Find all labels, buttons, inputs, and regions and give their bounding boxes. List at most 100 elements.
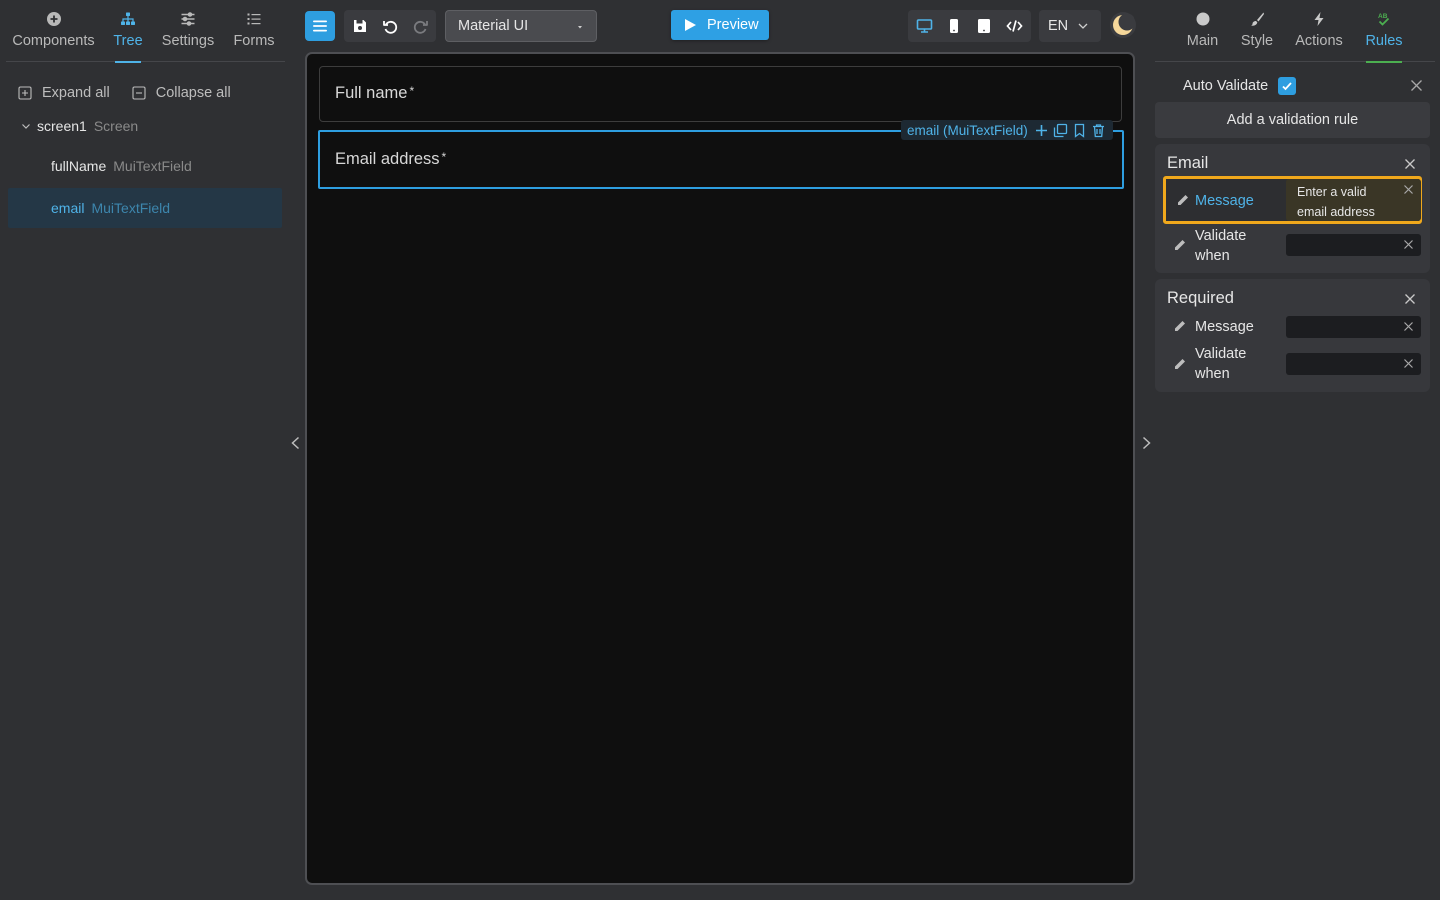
desktop-icon (916, 19, 932, 33)
tab-main[interactable]: Main (1182, 0, 1223, 62)
collapse-all-label: Collapse all (155, 85, 231, 101)
check-icon (1282, 82, 1292, 91)
caret-down-icon (578, 26, 582, 29)
desktop-view-button[interactable] (909, 10, 939, 42)
viewport-button-group (908, 10, 1031, 42)
chevron-down-icon (1078, 23, 1088, 29)
add-icon[interactable] (1034, 123, 1049, 138)
required-mark: * (409, 84, 415, 98)
expand-all-button[interactable]: Expand all (18, 85, 110, 101)
message-value: Enter a valid email address (1297, 185, 1375, 219)
tree-node-type: Screen (93, 118, 139, 134)
duplicate-icon[interactable] (1053, 123, 1068, 138)
design-canvas[interactable]: Full name * Email address * email (MuiText… (305, 52, 1135, 885)
tab-rules[interactable]: AB Rules (1364, 0, 1404, 62)
field-label: Email address * (335, 150, 446, 169)
bookmark-icon[interactable] (1072, 123, 1087, 138)
prop-row-validate-when[interactable]: Validate when (1163, 224, 1422, 270)
auto-validate-row: Auto Validate (1183, 75, 1297, 97)
message-input[interactable]: Enter a valid email address (1286, 179, 1421, 221)
tree-node-name: email (51, 200, 85, 216)
clear-icon[interactable] (1403, 184, 1414, 195)
add-validation-rule-button[interactable]: Add a validation rule (1155, 102, 1430, 138)
tree-node-name: screen1 (37, 118, 87, 134)
tree-actions: Expand all Collapse all (18, 80, 253, 106)
tree-node-type: MuiTextField (113, 158, 192, 174)
list-icon (247, 13, 261, 25)
rule-title: Email (1167, 154, 1209, 172)
circle-icon (1196, 12, 1209, 26)
tree-node-email[interactable]: email MuiTextField (8, 188, 282, 228)
remove-rule-icon[interactable] (1404, 293, 1416, 305)
left-tab-bar: Components Tree Settings Forms (6, 0, 285, 62)
minus-square-icon (132, 86, 146, 100)
pen-icon (1175, 240, 1185, 250)
tab-forms[interactable]: Forms (231, 0, 277, 62)
tab-settings[interactable]: Settings (160, 0, 216, 62)
validate-when-input[interactable] (1286, 353, 1421, 375)
moon-icon (1113, 14, 1134, 35)
menu-button[interactable] (305, 11, 335, 41)
close-icon[interactable] (1410, 79, 1423, 92)
tab-main-label: Main (1186, 33, 1219, 49)
redo-icon (413, 20, 428, 34)
tab-forms-label: Forms (233, 33, 275, 49)
tree-node-type: MuiTextField (91, 200, 171, 216)
plus-square-icon (18, 86, 32, 100)
mobile-view-button[interactable] (939, 10, 969, 42)
collapse-right-panel-icon[interactable] (1139, 436, 1153, 450)
sliders-icon (181, 12, 195, 26)
undo-button[interactable] (375, 10, 405, 42)
clear-icon[interactable] (1403, 321, 1414, 332)
trash-icon[interactable] (1091, 123, 1106, 138)
redo-button[interactable] (405, 10, 435, 42)
tab-rules-label: Rules (1365, 33, 1403, 49)
field-label: Full name * (335, 84, 414, 103)
tab-style[interactable]: Style (1239, 0, 1275, 62)
clear-icon[interactable] (1403, 358, 1414, 369)
rule-title: Required (1167, 289, 1234, 307)
rule-card-email: Email Message Enter a valid email addres… (1155, 144, 1430, 273)
prop-row-message[interactable]: Message (1163, 313, 1422, 341)
theme-toggle-button[interactable] (1110, 12, 1136, 38)
remove-rule-icon[interactable] (1404, 158, 1416, 170)
rule-card-required: Required Message Validate when (1155, 279, 1430, 392)
brush-icon (1251, 12, 1264, 26)
code-view-button[interactable] (999, 10, 1029, 42)
message-input[interactable] (1286, 316, 1421, 338)
preview-button[interactable]: Preview (671, 10, 769, 40)
tab-actions-label: Actions (1295, 33, 1343, 49)
preview-label: Preview (707, 17, 759, 33)
collapse-all-button[interactable]: Collapse all (132, 85, 231, 101)
collapse-left-panel-icon[interactable] (289, 436, 303, 450)
add-rule-label: Add a validation rule (1226, 112, 1359, 128)
chevron-down-icon[interactable] (21, 121, 31, 131)
tablet-icon (978, 19, 990, 33)
validate-when-input[interactable] (1286, 234, 1421, 256)
save-button[interactable] (345, 10, 375, 42)
ui-library-select[interactable]: Material UI (445, 10, 597, 42)
left-panel: Components Tree Settings Forms Expand al… (0, 0, 290, 900)
tab-actions[interactable]: Actions (1294, 0, 1344, 62)
play-icon (685, 19, 696, 31)
field-label-text: Email address (335, 150, 440, 168)
prop-row-validate-when[interactable]: Validate when (1163, 343, 1422, 387)
auto-validate-checkbox[interactable] (1278, 77, 1297, 95)
tab-style-label: Style (1240, 33, 1274, 49)
tree-node-fullname[interactable]: fullName MuiTextField (8, 148, 282, 184)
tab-tree[interactable]: Tree (110, 0, 146, 62)
code-icon (1005, 20, 1023, 32)
plus-circle-icon (46, 12, 61, 26)
fullname-text-field[interactable]: Full name * (319, 66, 1122, 122)
tablet-view-button[interactable] (969, 10, 999, 42)
tree-node-screen[interactable]: screen1 Screen (8, 108, 282, 144)
undo-icon (382, 20, 397, 34)
language-value: EN (1048, 18, 1069, 34)
tab-components[interactable]: Components (12, 0, 95, 62)
language-select[interactable]: EN (1039, 10, 1101, 42)
selection-label: email (MuiTextField) (907, 122, 1028, 138)
prop-row-message[interactable]: Message Enter a valid email address (1163, 176, 1422, 224)
clear-icon[interactable] (1403, 239, 1414, 250)
auto-validate-label: Auto Validate (1183, 78, 1269, 94)
pen-icon (1178, 195, 1188, 205)
